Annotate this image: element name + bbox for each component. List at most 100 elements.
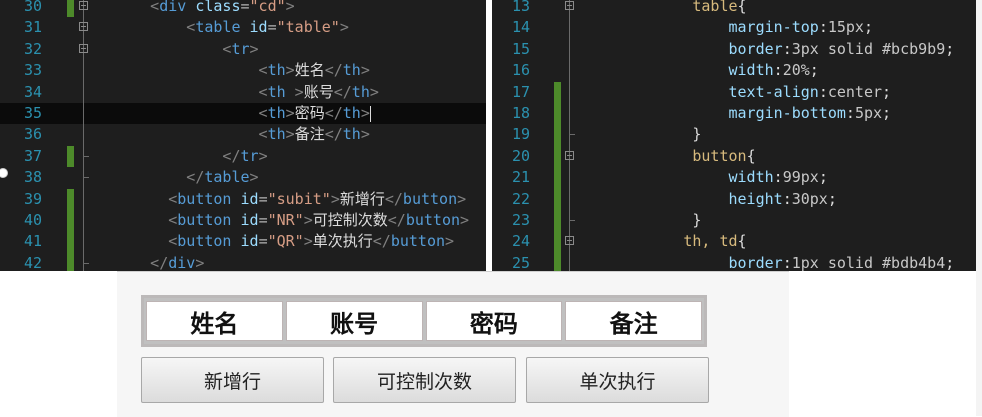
- code-token: table: [195, 18, 241, 37]
- code-line[interactable]: 22 height:30px;: [492, 188, 976, 210]
- code-line[interactable]: 24 th, td{: [492, 231, 976, 253]
- code-token: </: [96, 146, 241, 165]
- change-marker: [554, 210, 561, 232]
- change-marker: [554, 188, 561, 210]
- code-text: margin-top:15px;: [584, 17, 976, 38]
- fold-guide: [569, 103, 570, 125]
- line-number: 20: [511, 146, 530, 165]
- collapse-icon[interactable]: [79, 22, 88, 32]
- code-line[interactable]: 34 <th >账号</th>: [0, 81, 486, 103]
- code-token: id: [231, 232, 259, 251]
- code-line[interactable]: 21 width:99px;: [492, 167, 976, 189]
- code-token: =: [258, 189, 268, 208]
- code-token: >: [285, 61, 295, 80]
- code-line[interactable]: 36 <th>备注</th>: [0, 124, 486, 146]
- code-token: {: [737, 0, 747, 15]
- code-token: 姓名: [294, 61, 325, 80]
- code-token: }: [584, 211, 702, 229]
- single-execute-button[interactable]: 单次执行: [526, 357, 709, 403]
- code-text: <th >账号</th>: [96, 82, 486, 103]
- add-row-button[interactable]: 新增行: [141, 357, 324, 403]
- code-token: 新增行: [339, 189, 385, 208]
- code-text: </div>: [96, 253, 486, 271]
- table-header-account: 账号: [285, 301, 423, 341]
- code-line[interactable]: 30 <div class="cd">: [0, 0, 486, 18]
- fold-end-icon: [83, 262, 89, 264]
- code-line[interactable]: 14 margin-top:15px;: [492, 17, 976, 39]
- code-line[interactable]: 39 <button id="subit">新增行</button>: [0, 188, 486, 210]
- code-token: :: [782, 189, 792, 208]
- code-token: </: [324, 125, 343, 144]
- code-line[interactable]: 18 margin-bottom:5px;: [492, 103, 976, 125]
- code-token: <: [96, 125, 268, 144]
- code-line[interactable]: 16 width:20%;: [492, 60, 976, 82]
- scrollbar[interactable]: [976, 0, 982, 416]
- code-line[interactable]: 38 </table>: [0, 167, 486, 189]
- code-token: border: [584, 39, 783, 58]
- fold-guide: [83, 103, 84, 125]
- collapse-icon[interactable]: [79, 43, 88, 53]
- collapse-icon[interactable]: [565, 1, 574, 10]
- line-number: 41: [23, 232, 42, 251]
- html-code-editor[interactable]: 30 <div class="cd"> 31 <table id="table">…: [0, 0, 486, 271]
- code-token: th, td: [584, 232, 738, 251]
- line-number: 39: [23, 189, 42, 208]
- code-line[interactable]: 40 <button id="NR">可控制次数</button>: [0, 210, 486, 232]
- code-text: <th>姓名</th>: [96, 60, 486, 81]
- code-line[interactable]: 33 <th>姓名</th>: [0, 60, 486, 82]
- code-token: :: [782, 253, 792, 271]
- code-token: >: [285, 0, 295, 15]
- code-line[interactable]: 31 <table id="table">: [0, 17, 486, 39]
- code-line[interactable]: 35 <th>密码</th>: [0, 103, 486, 125]
- code-token: ;: [882, 82, 892, 101]
- code-line[interactable]: 20 button{: [492, 145, 976, 168]
- line-number: 22: [511, 189, 530, 208]
- code-token: <: [96, 82, 268, 101]
- code-line[interactable]: 23 }: [492, 210, 976, 232]
- css-code-editor[interactable]: 13 table{14 margin-top:15px; 15 border:3p…: [492, 0, 976, 271]
- change-marker: [67, 0, 74, 18]
- code-token: <: [96, 0, 160, 15]
- collapse-icon[interactable]: [565, 236, 574, 246]
- code-line[interactable]: 32 <tr>: [0, 38, 486, 61]
- blank-area: [789, 271, 982, 416]
- collapse-icon[interactable]: [79, 1, 88, 10]
- code-token: <: [96, 104, 268, 122]
- code-line[interactable]: 19 }: [492, 124, 976, 146]
- code-text: table{: [584, 0, 976, 17]
- code-token: 可控制次数: [312, 211, 388, 229]
- code-line[interactable]: 17 text-align:center;: [492, 81, 976, 103]
- code-token: id: [231, 211, 259, 229]
- collapse-icon[interactable]: [565, 150, 574, 160]
- code-text: <tr>: [96, 39, 486, 60]
- code-token: =: [258, 211, 268, 229]
- code-line[interactable]: 41 <button id="QR">单次执行</button>: [0, 231, 486, 253]
- code-line[interactable]: 25 border:1px solid #bdb4b4;: [492, 252, 976, 271]
- code-token: tr: [240, 146, 259, 165]
- code-text: <table id="table">: [96, 17, 486, 38]
- code-token: th: [342, 61, 361, 80]
- code-line[interactable]: 13 table{: [492, 0, 976, 18]
- line-number: 16: [511, 61, 530, 80]
- code-token: "cd": [249, 0, 286, 15]
- code-text: width:20%;: [584, 60, 976, 81]
- code-token: <: [96, 211, 178, 229]
- code-token: 15px: [827, 18, 864, 37]
- code-token: width: [584, 168, 774, 187]
- code-token: =: [267, 18, 277, 37]
- line-number: 35: [23, 104, 42, 122]
- code-line[interactable]: 15 border:3px solid #bcb9b9;: [492, 38, 976, 61]
- code-token: </: [96, 253, 169, 271]
- line-number: 30: [23, 0, 42, 15]
- code-token: 99px: [782, 168, 819, 187]
- code-token: =: [258, 232, 268, 251]
- code-token: <: [96, 61, 268, 80]
- code-line[interactable]: 37 </tr>: [0, 145, 486, 168]
- line-number: 25: [511, 253, 530, 271]
- fold-guide: [83, 231, 84, 253]
- code-token: button: [177, 211, 232, 229]
- code-line[interactable]: 42 </div>: [0, 252, 486, 271]
- controllable-count-button[interactable]: 可控制次数: [333, 357, 516, 403]
- code-token: text-align: [584, 82, 819, 101]
- change-marker: [67, 188, 74, 210]
